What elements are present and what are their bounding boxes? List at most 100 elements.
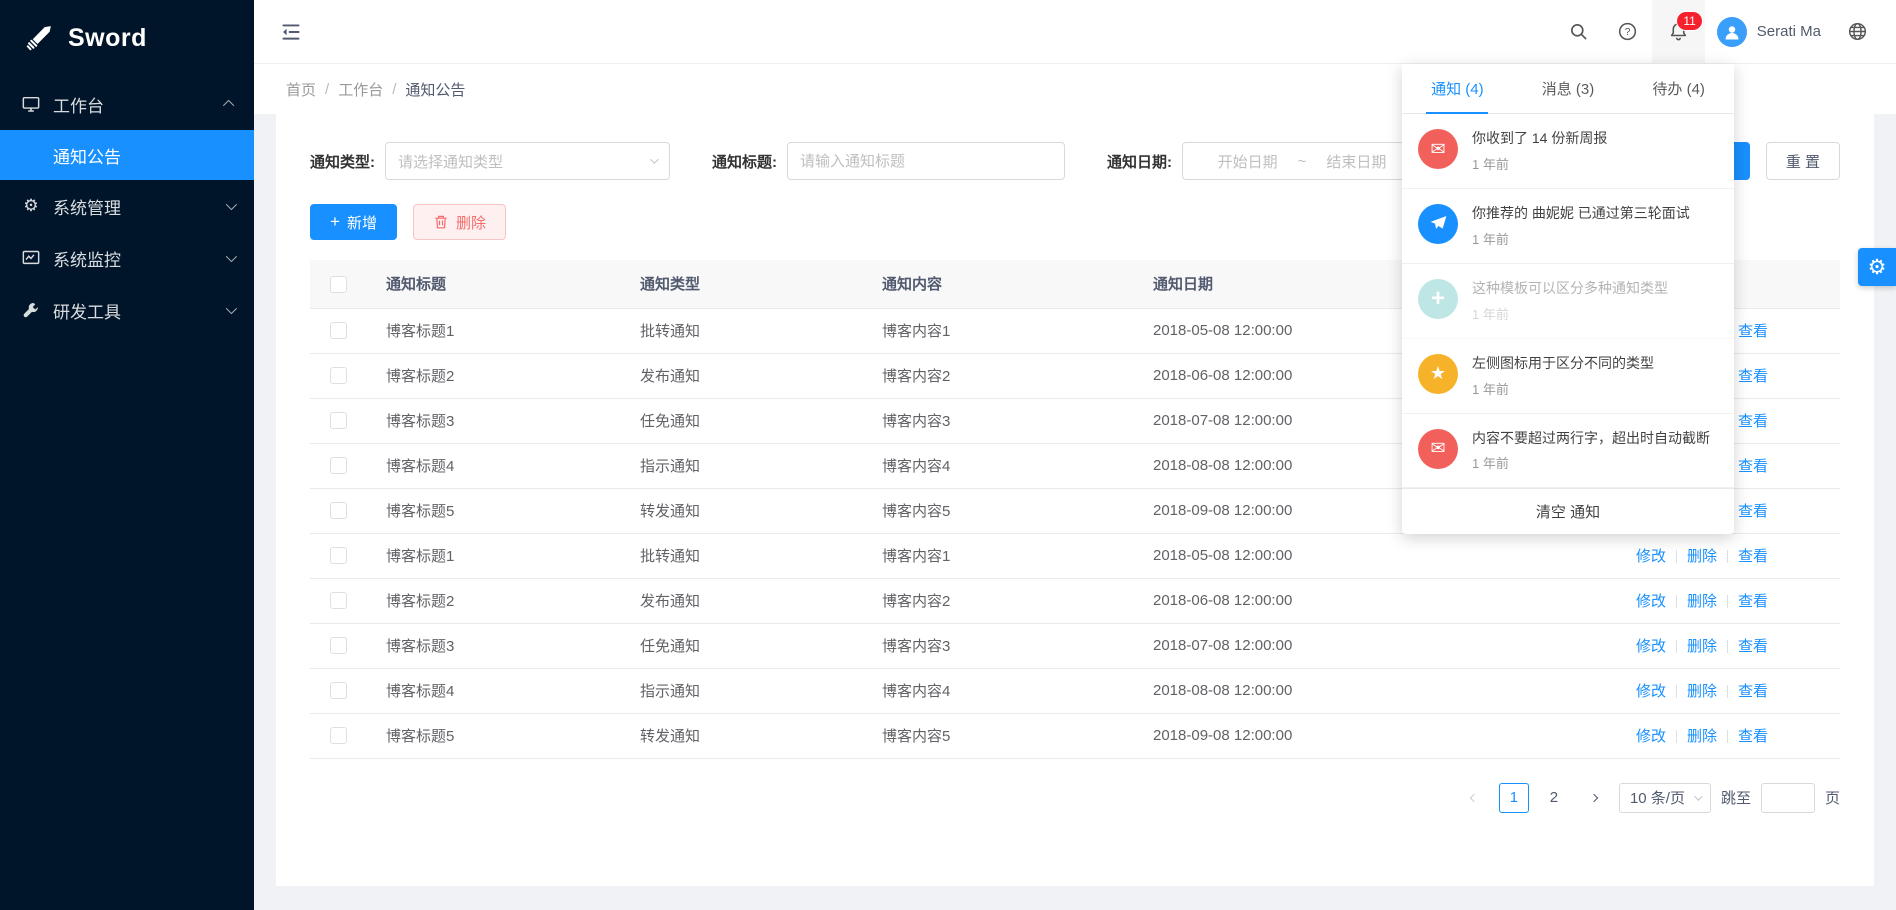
row-checkbox[interactable] [330,547,347,564]
next-page-button[interactable] [1579,783,1609,813]
notice-date-range-picker[interactable]: 开始日期 ~ 结束日期 [1182,142,1422,180]
view-link[interactable]: 查看 [1738,503,1768,520]
delete-link[interactable]: 删除 [1687,638,1717,655]
sidebar-item-notice[interactable]: 通知公告 [0,130,254,180]
add-button[interactable]: 新增 [310,204,397,240]
jump-page-input[interactable] [1761,783,1815,813]
delete-link[interactable]: 删除 [1687,683,1717,700]
cell-content: 博客内容2 [862,353,1133,398]
view-link[interactable]: 查看 [1738,323,1768,340]
cell-date: 2018-07-08 12:00:00 [1133,398,1433,443]
star-icon: ★ [1418,354,1458,394]
column-header-type: 通知类型 [620,260,862,308]
notification-item[interactable]: ★ 左侧图标用于区分不同的类型 1 年前 [1402,339,1734,414]
edit-link[interactable]: 修改 [1636,593,1666,610]
delete-link[interactable]: 删除 [1687,548,1717,565]
row-checkbox[interactable] [330,412,347,429]
notification-item[interactable]: ✉ 你收到了 14 份新周报 1 年前 [1402,114,1734,189]
search-icon[interactable] [1554,0,1603,63]
clear-notifications-button[interactable]: 清空 通知 [1402,488,1734,534]
tab-todos[interactable]: 待办 (4) [1623,64,1734,113]
delete-link[interactable]: 删除 [1687,593,1717,610]
cell-title: 博客标题3 [366,398,620,443]
row-checkbox[interactable] [330,592,347,609]
cell-type: 转发通知 [620,488,862,533]
chevron-down-icon [226,251,237,262]
row-checkbox[interactable] [330,367,347,384]
sidebar-item-system-management[interactable]: ⚙ 系统管理 [0,180,254,232]
view-link[interactable]: 查看 [1738,368,1768,385]
sidebar-item-system-monitor[interactable]: 系统监控 [0,232,254,284]
notification-bell-icon[interactable]: 11 [1652,0,1705,63]
delete-button[interactable]: 删除 [413,204,506,240]
sidebar-item-workbench[interactable]: 工作台 [0,78,254,130]
breadcrumb-workbench[interactable]: 工作台 [338,79,383,100]
edit-link[interactable]: 修改 [1636,638,1666,655]
view-link[interactable]: 查看 [1738,413,1768,430]
sidebar-item-label: 工作台 [53,92,104,117]
page-2-button[interactable]: 2 [1539,783,1569,813]
edit-link[interactable]: 修改 [1636,683,1666,700]
mail-icon: ✉ [1418,129,1458,169]
help-icon[interactable]: ? [1603,0,1652,63]
cell-type: 批转通知 [620,533,862,578]
notification-dropdown: 通知 (4) 消息 (3) 待办 (4) ✉ 你收到了 14 份新周报 1 年前… [1402,64,1734,534]
page-unit-label: 页 [1825,787,1840,808]
logo[interactable]: Sword [0,0,254,76]
end-date-placeholder: 结束日期 [1326,151,1386,172]
cell-content: 博客内容3 [862,398,1133,443]
table-row: 博客标题5 转发通知 博客内容5 2018-09-08 12:00:00 修改删… [310,713,1840,758]
edit-link[interactable]: 修改 [1636,728,1666,745]
row-checkbox[interactable] [330,502,347,519]
table-row: 博客标题3 任免通知 博客内容3 2018-07-08 12:00:00 修改删… [310,623,1840,668]
tab-messages[interactable]: 消息 (3) [1513,64,1624,113]
notification-time: 1 年前 [1472,379,1724,398]
notification-time: 1 年前 [1472,453,1724,472]
row-checkbox[interactable] [330,457,347,474]
settings-fab-button[interactable]: ⚙ [1858,248,1896,286]
view-link[interactable]: 查看 [1738,683,1768,700]
view-link[interactable]: 查看 [1738,548,1768,565]
page-size-select[interactable]: 10 条/页 [1619,783,1711,813]
view-link[interactable]: 查看 [1738,728,1768,745]
row-checkbox[interactable] [330,727,347,744]
user-menu[interactable]: Serati Ma [1705,17,1833,47]
chevron-down-icon [1694,792,1702,800]
chevron-left-icon [1470,793,1478,801]
sidebar-item-label: 通知公告 [53,143,121,168]
gear-icon: ⚙ [1868,255,1887,280]
language-globe-icon[interactable] [1833,0,1882,63]
notice-type-select[interactable]: 请选择通知类型 [385,142,670,180]
plus-icon [330,213,340,231]
notice-title-input[interactable] [787,142,1065,180]
cell-content: 博客内容1 [862,308,1133,353]
cell-title: 博客标题5 [366,488,620,533]
select-all-checkbox[interactable] [330,276,347,293]
delete-link[interactable]: 删除 [1687,728,1717,745]
notification-item[interactable]: 你推荐的 曲妮妮 已通过第三轮面试 1 年前 [1402,189,1734,264]
sidebar-item-dev-tools[interactable]: 研发工具 [0,284,254,336]
edit-link[interactable]: 修改 [1636,548,1666,565]
tab-notices[interactable]: 通知 (4) [1402,64,1513,113]
view-link[interactable]: 查看 [1738,638,1768,655]
cell-title: 博客标题4 [366,443,620,488]
notification-item[interactable]: + 这种模板可以区分多种通知类型 1 年前 [1402,264,1734,339]
chevron-down-icon [226,199,237,210]
row-checkbox[interactable] [330,682,347,699]
row-checkbox[interactable] [330,637,347,654]
collapse-sidebar-icon[interactable] [280,21,302,43]
view-link[interactable]: 查看 [1738,593,1768,610]
reset-button[interactable]: 重 置 [1766,142,1840,180]
prev-page-button[interactable] [1459,783,1489,813]
cell-date: 2018-07-08 12:00:00 [1133,623,1433,668]
chevron-down-icon [226,303,237,314]
breadcrumb-separator: / [325,81,329,98]
page-1-button[interactable]: 1 [1499,783,1529,813]
view-link[interactable]: 查看 [1738,458,1768,475]
row-checkbox[interactable] [330,322,347,339]
tool-icon [22,301,40,319]
breadcrumb-home[interactable]: 首页 [286,79,316,100]
top-header: ? 11 Serati Ma [254,0,1896,64]
notification-item[interactable]: ✉ 内容不要超过两行字，超出时自动截断 1 年前 [1402,414,1734,489]
notification-time: 1 年前 [1472,229,1724,248]
